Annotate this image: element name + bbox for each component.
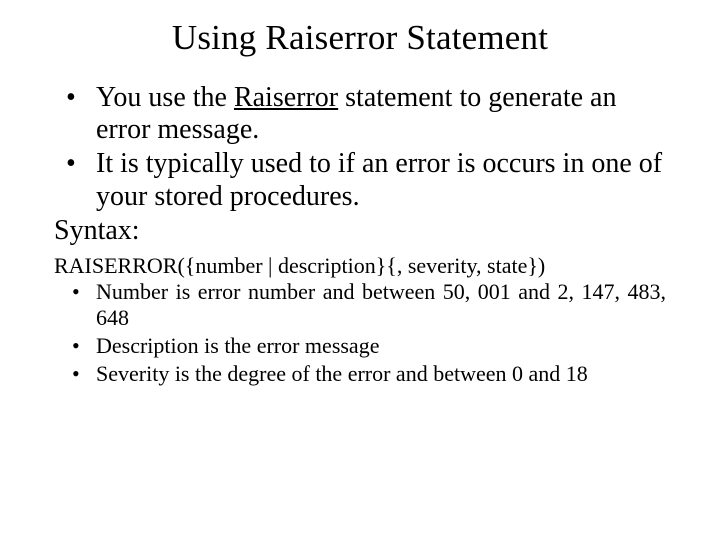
bullet-raiserror-intro: You use the Raiserror statement to gener… <box>96 82 666 146</box>
bullet-text-pre: You use the <box>96 82 234 113</box>
slide: Using Raiserror Statement You use the Ra… <box>0 0 720 540</box>
syntax-signature: RAISERROR({number | description}{, sever… <box>54 253 666 279</box>
main-bullet-list: You use the Raiserror statement to gener… <box>54 82 666 213</box>
bullet-typical-use: It is typically used to if an error is o… <box>96 148 666 212</box>
sub-bullet-number: Number is error number and between 50, 0… <box>96 279 666 331</box>
syntax-label: Syntax: <box>54 215 666 247</box>
sub-bullet-description: Description is the error message <box>96 333 666 359</box>
sub-bullet-list: Number is error number and between 50, 0… <box>54 279 666 387</box>
slide-title: Using Raiserror Statement <box>54 18 666 58</box>
sub-bullet-severity: Severity is the degree of the error and … <box>96 361 666 387</box>
keyword-raiserror: Raiserror <box>234 82 338 113</box>
